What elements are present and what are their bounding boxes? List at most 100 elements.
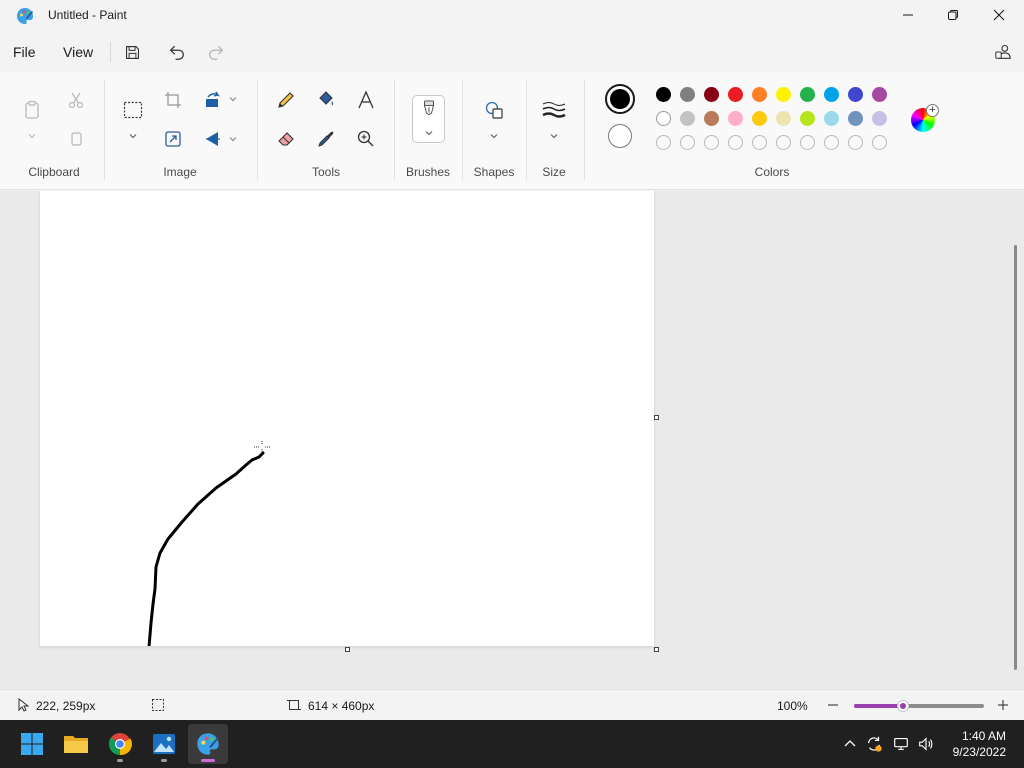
crop-icon <box>165 92 181 108</box>
crop-button[interactable] <box>159 86 187 114</box>
paint-icon <box>197 733 219 755</box>
vertical-scrollbar[interactable] <box>1014 245 1017 670</box>
minimize-icon <box>903 14 913 16</box>
system-clock[interactable]: 1:40 AM 9/23/2022 <box>953 728 1006 760</box>
color-swatch[interactable] <box>728 111 743 126</box>
color-swatch[interactable] <box>824 87 839 102</box>
pointer-icon <box>18 698 30 712</box>
brushes-button[interactable] <box>412 95 445 143</box>
photos-taskbar-button[interactable] <box>144 724 184 764</box>
color-swatch[interactable] <box>848 87 863 102</box>
fill-button[interactable] <box>312 86 340 114</box>
eraser-button[interactable] <box>272 125 300 153</box>
color-swatch[interactable] <box>704 87 719 102</box>
color-swatch[interactable] <box>800 111 815 126</box>
custom-color-slot[interactable] <box>704 135 719 150</box>
color-swatch[interactable] <box>680 87 695 102</box>
save-button[interactable] <box>122 42 142 62</box>
selection-icon <box>123 101 143 119</box>
chevron-down-icon[interactable] <box>128 131 138 141</box>
volume-tray-button[interactable] <box>916 734 936 754</box>
color-swatch[interactable] <box>680 111 695 126</box>
close-button[interactable] <box>976 0 1022 30</box>
zoom-in-button[interactable] <box>996 698 1010 712</box>
chevron-down-icon[interactable] <box>549 131 559 141</box>
custom-color-slot[interactable] <box>752 135 767 150</box>
copy-button[interactable] <box>62 125 90 153</box>
resize-handle-corner[interactable] <box>654 647 659 652</box>
chevron-down-icon[interactable] <box>489 131 499 141</box>
zoom-slider-thumb[interactable] <box>897 700 910 712</box>
chevron-down-icon[interactable] <box>228 134 238 144</box>
minimize-button[interactable] <box>885 0 931 30</box>
text-icon <box>358 90 374 109</box>
chevron-down-icon[interactable] <box>27 131 37 141</box>
custom-color-slot[interactable] <box>680 135 695 150</box>
color-swatch[interactable] <box>848 111 863 126</box>
ribbon-separator <box>394 80 395 180</box>
magnifier-button[interactable] <box>352 125 380 153</box>
speaker-icon <box>919 737 933 751</box>
custom-color-slot[interactable] <box>776 135 791 150</box>
taskbar: 1:40 AM 9/23/2022 <box>0 720 1024 768</box>
select-button[interactable] <box>119 96 147 124</box>
zoom-out-button[interactable] <box>826 698 840 712</box>
custom-color-slot[interactable] <box>656 135 671 150</box>
flip-button[interactable] <box>199 125 227 153</box>
photos-icon <box>153 734 175 754</box>
color-swatch[interactable] <box>752 111 767 126</box>
undo-button[interactable] <box>167 42 187 62</box>
color-swatch[interactable] <box>800 87 815 102</box>
chevron-down-icon[interactable] <box>228 94 238 104</box>
custom-color-slot[interactable] <box>824 135 839 150</box>
color-swatch[interactable] <box>752 87 767 102</box>
color-swatch[interactable] <box>656 111 671 126</box>
size-button[interactable] <box>540 96 568 124</box>
rotate-button[interactable] <box>199 86 227 114</box>
image-group-label: Image <box>163 165 197 179</box>
drawing-canvas[interactable] <box>40 191 654 646</box>
primary-color-selector[interactable] <box>605 84 635 114</box>
color-picker-button[interactable] <box>312 125 340 153</box>
color-swatch[interactable] <box>656 87 671 102</box>
secondary-color-selector[interactable] <box>608 124 632 148</box>
magnifier-icon <box>357 130 374 147</box>
pencil-button[interactable] <box>272 86 300 114</box>
color-swatch[interactable] <box>872 111 887 126</box>
chrome-taskbar-button[interactable] <box>100 724 140 764</box>
custom-color-slot[interactable] <box>728 135 743 150</box>
custom-color-slot[interactable] <box>848 135 863 150</box>
color-swatch[interactable] <box>728 87 743 102</box>
file-explorer-taskbar-button[interactable] <box>56 724 96 764</box>
file-menu[interactable]: File <box>13 44 36 60</box>
color-swatch[interactable] <box>872 87 887 102</box>
running-indicator <box>161 759 167 762</box>
cut-button[interactable] <box>62 86 90 114</box>
color-swatch[interactable] <box>824 111 839 126</box>
paint-taskbar-button[interactable] <box>188 724 228 764</box>
account-button[interactable] <box>993 42 1013 62</box>
resize-handle-bottom[interactable] <box>345 647 350 652</box>
custom-color-slot[interactable] <box>800 135 815 150</box>
zoom-slider[interactable] <box>854 700 984 712</box>
resize-handle-right[interactable] <box>654 415 659 420</box>
restore-button[interactable] <box>930 0 976 30</box>
network-tray-button[interactable] <box>891 734 911 754</box>
view-menu[interactable]: View <box>63 44 93 60</box>
redo-button[interactable] <box>206 42 226 62</box>
color-swatch[interactable] <box>776 111 791 126</box>
custom-color-slot[interactable] <box>872 135 887 150</box>
resize-button[interactable] <box>159 125 187 153</box>
sync-tray-button[interactable] <box>864 734 884 754</box>
selection-size-icon <box>152 699 164 711</box>
text-button[interactable] <box>352 86 380 114</box>
color-swatch[interactable] <box>704 111 719 126</box>
paste-button[interactable] <box>18 96 46 124</box>
start-button[interactable] <box>12 724 52 764</box>
color-swatch[interactable] <box>776 87 791 102</box>
menu-separator <box>110 42 111 62</box>
show-hidden-icons-button[interactable] <box>840 734 860 754</box>
shapes-button[interactable] <box>480 96 508 124</box>
crosshair-cursor-icon <box>254 441 270 453</box>
copy-icon <box>71 132 82 146</box>
